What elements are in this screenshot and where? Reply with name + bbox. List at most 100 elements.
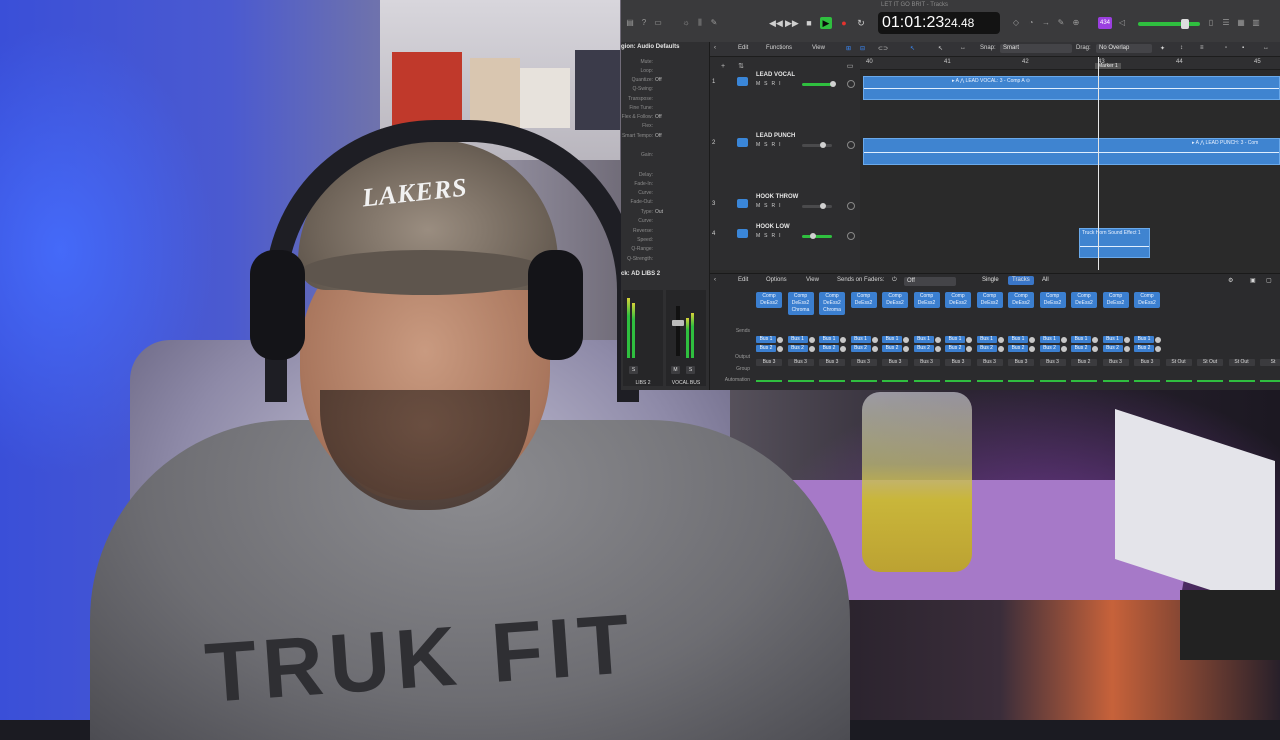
- track-volume-slider[interactable]: [802, 83, 832, 86]
- inspector-row[interactable]: Curve:: [621, 190, 709, 199]
- output-slot[interactable]: Bus 3: [756, 359, 782, 366]
- inspector-row-value[interactable]: Out: [655, 209, 663, 215]
- sends-on-faders-dropdown[interactable]: Off: [904, 277, 956, 286]
- track-volume-knob[interactable]: [810, 233, 816, 239]
- toolbar-icon[interactable]: ▭: [653, 18, 663, 28]
- automation-indicator[interactable]: [1228, 380, 1255, 382]
- send-level-knob[interactable]: [808, 337, 815, 343]
- send-slot[interactable]: Bus 2: [850, 345, 871, 352]
- speaker-icon[interactable]: ◁: [1117, 18, 1127, 28]
- send-level-knob[interactable]: [871, 346, 878, 352]
- send-slot[interactable]: Bus 1: [945, 336, 965, 343]
- inspector-row[interactable]: Reverse:: [621, 228, 709, 237]
- plugin-slot[interactable]: Comp DeEss2: [913, 292, 940, 308]
- inspector-row[interactable]: Fade-In:: [621, 181, 709, 190]
- tab-all[interactable]: All: [1038, 276, 1053, 285]
- output-slot[interactable]: Bus 3: [913, 359, 940, 366]
- metronome-icon[interactable]: ◔: [1026, 18, 1036, 28]
- send-level-knob[interactable]: [840, 346, 846, 352]
- master-volume-slider[interactable]: [1138, 22, 1200, 26]
- automation-indicator[interactable]: [1197, 380, 1223, 382]
- mixer-icon[interactable]: ⫼: [695, 18, 705, 28]
- send-slot[interactable]: Bus 2: [1134, 345, 1154, 352]
- power-icon[interactable]: ⏻: [892, 277, 897, 284]
- output-slot[interactable]: Bus 3: [882, 359, 908, 366]
- send-level-knob[interactable]: [1092, 337, 1098, 343]
- send-slot[interactable]: Bus 1: [1102, 336, 1123, 343]
- track-pan-knob[interactable]: [847, 80, 855, 88]
- track-header[interactable]: 3 HOOK THROW MSRI: [710, 193, 860, 221]
- track-mute-solo-record[interactable]: MSRI: [756, 233, 785, 239]
- pencil-icon[interactable]: ✎: [1056, 18, 1066, 28]
- send-slot[interactable]: Bus 1: [1039, 336, 1060, 343]
- flex-icon[interactable]: ⊟: [860, 45, 865, 52]
- track-name[interactable]: HOOK THROW: [756, 194, 798, 200]
- waveform-zoom-icon[interactable]: ✦: [1160, 45, 1165, 52]
- send-slot[interactable]: Bus 2: [787, 345, 808, 352]
- send-level-knob[interactable]: [1123, 337, 1130, 343]
- notes-icon[interactable]: ▯: [1206, 18, 1216, 28]
- track-pan-knob[interactable]: [847, 232, 855, 240]
- track-header[interactable]: 1 LEAD VOCAL MSRI: [710, 71, 860, 99]
- send-level-knob[interactable]: [934, 337, 941, 343]
- send-level-knob[interactable]: [1123, 346, 1130, 352]
- send-level-knob[interactable]: [1092, 346, 1098, 352]
- automation-indicator[interactable]: [945, 380, 971, 382]
- horizontal-zoom-icon[interactable]: ≡: [1200, 45, 1204, 51]
- send-slot[interactable]: Bus 1: [976, 336, 997, 343]
- plugin-slot[interactable]: Comp DeEss2: [976, 292, 1003, 308]
- inspector-row[interactable]: Smart Tempo: Off: [621, 133, 709, 142]
- track-pan-knob[interactable]: [847, 202, 855, 210]
- send-slot[interactable]: Bus 1: [819, 336, 839, 343]
- solo-button[interactable]: S: [686, 366, 695, 374]
- solo-button[interactable]: S: [629, 366, 638, 374]
- track-mute-solo-record[interactable]: MSRI: [756, 81, 785, 87]
- send-slot[interactable]: Bus 2: [1008, 345, 1028, 352]
- automation-indicator[interactable]: [1165, 380, 1192, 382]
- inspector-row[interactable]: Fine Tune:: [621, 105, 709, 114]
- send-slot[interactable]: Bus 1: [850, 336, 871, 343]
- inspector-row[interactable]: Flex & Follow: Off: [621, 114, 709, 123]
- track-mute-solo-record[interactable]: MSRI: [756, 203, 785, 209]
- settings-icon[interactable]: ⚙: [1228, 277, 1233, 284]
- automation-indicator[interactable]: [819, 380, 845, 382]
- loop-browser-icon[interactable]: ▦: [1236, 18, 1246, 28]
- functions-menu[interactable]: Functions: [766, 45, 792, 51]
- send-slot[interactable]: Bus 2: [1102, 345, 1123, 352]
- snap-dropdown[interactable]: Smart: [1000, 44, 1072, 53]
- audio-region[interactable]: ▸ A ⋀ LEAD VOCAL: 3 - Comp A ⊙: [863, 76, 1280, 100]
- plugin-slot[interactable]: Comp DeEss2: [1008, 292, 1034, 308]
- automation-indicator[interactable]: [1134, 380, 1160, 382]
- audio-region[interactable]: Truck Horn Sound Effect 1: [1079, 228, 1150, 258]
- output-slot[interactable]: Bus 3: [945, 359, 971, 366]
- send-level-knob[interactable]: [934, 346, 941, 352]
- back-icon[interactable]: ‹: [714, 277, 716, 283]
- volume-fader-track[interactable]: [676, 306, 680, 356]
- track-options-icon[interactable]: ⇅: [736, 63, 746, 71]
- output-slot[interactable]: Bus 3: [1039, 359, 1066, 366]
- bar-ruler[interactable]: 40 41 42 43 44 45 Marker 1: [860, 57, 1280, 70]
- plugin-slot[interactable]: Comp DeEss2 Chroma: [787, 292, 814, 315]
- drag-dropdown[interactable]: No Overlap: [1096, 44, 1152, 53]
- resize-icon[interactable]: ↔: [1263, 45, 1269, 51]
- editors-icon[interactable]: ✎: [709, 18, 719, 28]
- region-inspector-header[interactable]: gion: Audio Defaults: [621, 44, 709, 54]
- send-level-knob[interactable]: [903, 346, 909, 352]
- send-level-knob[interactable]: [1155, 337, 1161, 343]
- send-slot[interactable]: Bus 1: [1134, 336, 1154, 343]
- send-level-knob[interactable]: [966, 337, 972, 343]
- tuner-icon[interactable]: ◇: [1011, 18, 1021, 28]
- send-level-knob[interactable]: [777, 337, 783, 343]
- send-slot[interactable]: Bus 2: [819, 345, 839, 352]
- inspector-row[interactable]: Mute:: [621, 59, 709, 68]
- send-slot[interactable]: Bus 2: [1071, 345, 1091, 352]
- cycle-button[interactable]: ↻: [855, 17, 867, 29]
- add-track-icon[interactable]: +: [718, 63, 728, 71]
- output-slot[interactable]: Bus 3: [1102, 359, 1129, 366]
- inspector-row[interactable]: Fade-Out:: [621, 199, 709, 208]
- audio-region[interactable]: ▸ A ⋀ LEAD PUNCH: 3 - Com: [863, 138, 1280, 165]
- output-slot[interactable]: Bus 3: [787, 359, 814, 366]
- send-level-knob[interactable]: [997, 337, 1004, 343]
- automation-indicator[interactable]: [882, 380, 908, 382]
- lcd-display[interactable]: 01:01:2324.48: [878, 12, 1000, 34]
